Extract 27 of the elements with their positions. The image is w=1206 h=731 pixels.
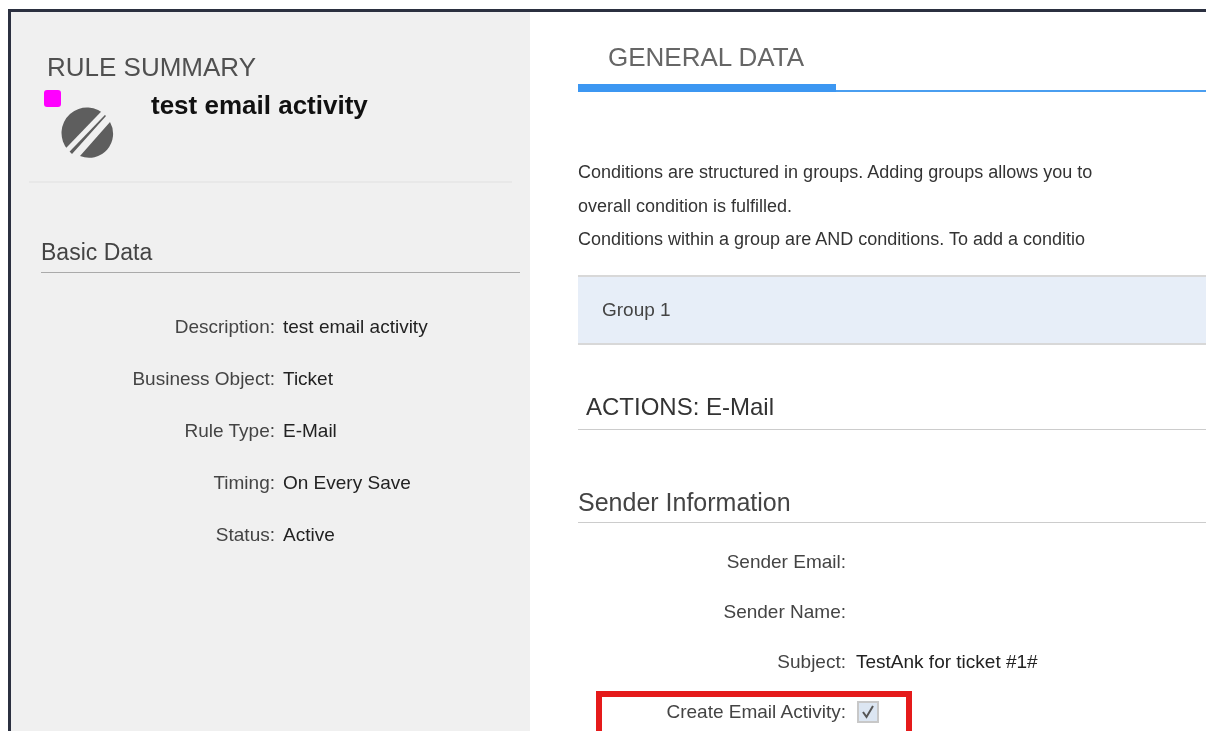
field-value: TestAnk for ticket #1# <box>856 650 1038 673</box>
field-label: Business Object: <box>131 368 275 390</box>
section-heading: ACTIONS: E-Mail <box>578 392 1206 430</box>
field-value: On Every Save <box>283 472 411 494</box>
field-label: Timing: <box>212 472 275 494</box>
field-label: Description: <box>173 316 275 338</box>
section-heading: Basic Data <box>41 238 154 266</box>
group-panel[interactable]: Group 1 <box>578 274 1206 345</box>
description-text: Conditions are structured in groups. Adding groups allows you to <box>578 161 1094 184</box>
field-label: Status: <box>214 524 275 546</box>
field-value: Active <box>283 524 335 546</box>
field-label: Rule Type: <box>183 420 275 442</box>
tab[interactable]: GENERAL DATA <box>578 42 836 92</box>
field-label: Create Email Activity: <box>665 700 846 723</box>
field-value: Ticket <box>283 368 333 390</box>
checkmark-icon <box>860 703 876 720</box>
section-heading: Sender Information <box>578 487 1206 523</box>
checkbox[interactable] <box>857 700 879 723</box>
field-value: E-Mail <box>283 420 337 442</box>
section-heading: RULE SUMMARY <box>47 52 257 82</box>
field-label: Sender Name: <box>722 600 846 623</box>
field-label: Subject: <box>776 650 846 673</box>
description-text: Conditions within a group are AND conditions. To add a conditio <box>578 228 1086 251</box>
field-value: test email activity <box>283 316 428 338</box>
rule-name: test email activity <box>151 90 368 122</box>
description-text: overall condition is fulfilled. <box>578 194 794 218</box>
field-label: Sender Email: <box>725 550 846 573</box>
